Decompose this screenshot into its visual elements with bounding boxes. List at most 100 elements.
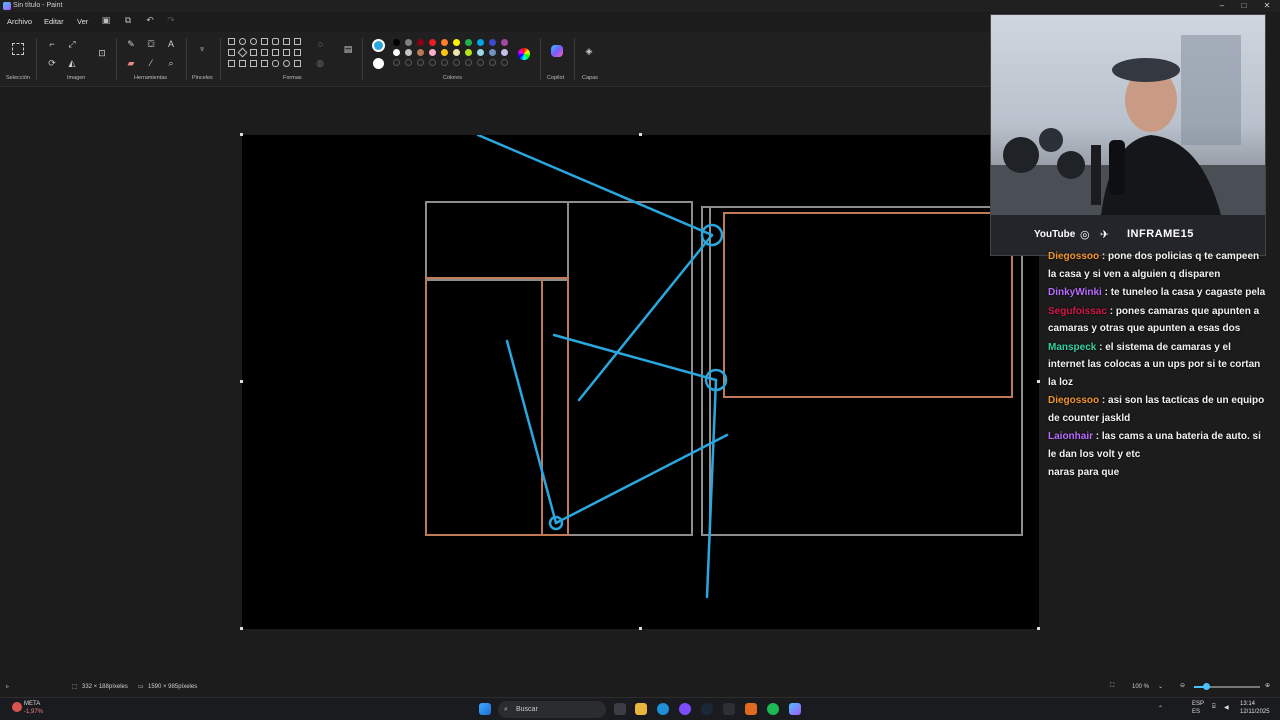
palette-swatch[interactable] — [465, 49, 472, 56]
resize-icon[interactable]: ⤢ — [66, 38, 78, 50]
custom-color-slot[interactable] — [501, 59, 508, 66]
shape-callout-oval-icon[interactable] — [283, 60, 290, 67]
fill-icon[interactable]: ⛋ — [145, 38, 157, 50]
file-explorer-icon[interactable] — [635, 703, 647, 715]
shapes-gallery[interactable] — [228, 38, 306, 72]
app-orange-icon[interactable] — [745, 703, 757, 715]
eraser-icon[interactable]: ▰ — [125, 57, 137, 69]
menu-archivo[interactable]: Archivo — [7, 17, 32, 26]
shape-fill-icon[interactable]: ◍ — [314, 57, 326, 69]
palette-swatch[interactable] — [429, 39, 436, 46]
shape-hexagon-icon[interactable] — [261, 49, 268, 56]
custom-color-slot[interactable] — [393, 59, 400, 66]
canvas-resize-handle[interactable] — [240, 133, 243, 136]
share-icon[interactable]: ⧉ — [122, 15, 134, 27]
outline-icon[interactable]: ◌ — [314, 38, 326, 50]
chevron-up-icon[interactable]: ⌃ — [1158, 705, 1163, 712]
task-view-icon[interactable] — [614, 703, 626, 715]
palette-swatch[interactable] — [417, 39, 424, 46]
shape-arrow-left-icon[interactable] — [283, 49, 290, 56]
palette-swatch[interactable] — [429, 49, 436, 56]
palette-swatch[interactable] — [441, 49, 448, 56]
drawing-canvas[interactable] — [242, 133, 1039, 629]
palette-swatch[interactable] — [489, 49, 496, 56]
canvas-resize-handle[interactable] — [1037, 380, 1040, 383]
shape-callout-icon[interactable] — [272, 60, 279, 67]
flip-icon[interactable]: ◭ — [66, 57, 78, 69]
shape-size-icon[interactable]: ▤ — [342, 43, 354, 55]
custom-color-slot[interactable] — [441, 59, 448, 66]
custom-color-slot[interactable] — [417, 59, 424, 66]
palette-swatch[interactable] — [453, 39, 460, 46]
palette-swatch[interactable] — [501, 39, 508, 46]
shape-arrow-down-icon[interactable] — [228, 60, 235, 67]
custom-color-slot[interactable] — [429, 59, 436, 66]
close-icon[interactable]: ✕ — [1257, 0, 1277, 12]
store-icon[interactable] — [723, 703, 735, 715]
palette-swatch[interactable] — [477, 39, 484, 46]
text-icon[interactable]: A — [165, 38, 177, 50]
image-select-icon[interactable]: ⊡ — [96, 47, 108, 59]
paint-taskbar-icon[interactable] — [789, 703, 801, 715]
taskbar-search[interactable]: ⌕ Buscar — [498, 701, 606, 718]
palette-swatch[interactable] — [393, 39, 400, 46]
spotify-icon[interactable] — [767, 703, 779, 715]
palette-swatch[interactable] — [393, 49, 400, 56]
custom-color-slot[interactable] — [489, 59, 496, 66]
shape-rectangle-icon[interactable] — [261, 38, 268, 45]
palette-swatch[interactable] — [477, 49, 484, 56]
zoom-slider[interactable] — [1194, 683, 1260, 690]
zoom-in-icon[interactable]: ⊕ — [1265, 682, 1270, 689]
shape-polygon-icon[interactable] — [283, 38, 290, 45]
stock-widget-icon[interactable] — [12, 702, 22, 712]
custom-color-slot[interactable] — [405, 59, 412, 66]
shape-diamond-icon[interactable] — [237, 47, 248, 58]
canvas-resize-handle[interactable] — [639, 133, 642, 136]
chevron-down-icon[interactable]: ⌄ — [1158, 683, 1163, 690]
palette-swatch[interactable] — [465, 39, 472, 46]
shape-cloud-icon[interactable] — [294, 60, 301, 67]
shape-star6-icon[interactable] — [261, 60, 268, 67]
steam-icon[interactable] — [701, 703, 713, 715]
shape-oval-icon[interactable] — [250, 38, 257, 45]
palette-swatch[interactable] — [441, 39, 448, 46]
palette-swatch[interactable] — [453, 49, 460, 56]
minimize-icon[interactable]: – — [1212, 0, 1232, 12]
custom-color-slot[interactable] — [477, 59, 484, 66]
network-icon[interactable]: ⌸ — [1212, 704, 1216, 711]
layers-icon[interactable]: ◈ — [583, 45, 595, 57]
crop-icon[interactable]: ⌐ — [46, 38, 58, 50]
brush-icon[interactable]: ♆ — [196, 43, 208, 55]
canvas-resize-handle[interactable] — [1037, 627, 1040, 630]
fit-view-icon[interactable]: ⛶ — [1110, 683, 1114, 690]
shape-line-icon[interactable] — [228, 38, 235, 45]
palette-swatch[interactable] — [417, 49, 424, 56]
maximize-icon[interactable]: □ — [1234, 0, 1254, 12]
windows-start-icon[interactable] — [479, 703, 491, 715]
shape-star5-icon[interactable] — [250, 60, 257, 67]
canvas-resize-handle[interactable] — [240, 380, 243, 383]
color-picker-icon[interactable]: ⁄ — [145, 57, 157, 69]
custom-color-slot[interactable] — [465, 59, 472, 66]
shape-pentagon-icon[interactable] — [250, 49, 257, 56]
palette-swatch[interactable] — [405, 49, 412, 56]
shape-triangle-icon[interactable] — [294, 38, 301, 45]
rotate-icon[interactable]: ⟳ — [46, 57, 58, 69]
shape-arrow-up-icon[interactable] — [294, 49, 301, 56]
save-icon[interactable]: ▣ — [100, 15, 112, 27]
edge-icon[interactable] — [657, 703, 669, 715]
shape-star4-icon[interactable] — [239, 60, 246, 67]
shape-arrow-right-icon[interactable] — [272, 49, 279, 56]
clock-time[interactable]: 13:14 — [1240, 701, 1255, 707]
pencil-icon[interactable]: ✎ — [125, 38, 137, 50]
menu-editar[interactable]: Editar — [44, 17, 64, 26]
edit-colors-icon[interactable] — [518, 48, 530, 60]
magnifier-icon[interactable]: ⌕ — [165, 57, 177, 69]
canvas-resize-handle[interactable] — [639, 627, 642, 630]
custom-color-slot[interactable] — [453, 59, 460, 66]
primary-color-swatch[interactable] — [372, 39, 385, 52]
shape-curve-icon[interactable] — [239, 38, 246, 45]
zoom-level[interactable]: 100 % — [1132, 684, 1149, 690]
language-primary[interactable]: ESP — [1192, 701, 1204, 707]
secondary-color-swatch[interactable] — [373, 58, 384, 69]
